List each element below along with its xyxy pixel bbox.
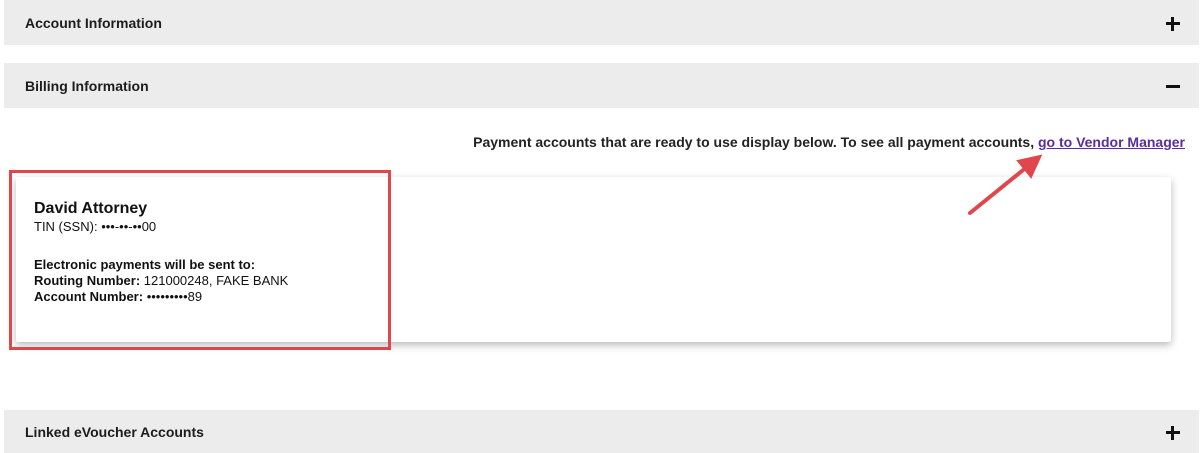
highlight-annotation-box <box>9 170 391 350</box>
notice-text: Payment accounts that are ready to use d… <box>473 134 1038 150</box>
linked-evoucher-accounts-title: Linked eVoucher Accounts <box>25 423 204 440</box>
account-information-title: Account Information <box>25 14 162 31</box>
payment-accounts-notice: Payment accounts that are ready to use d… <box>473 134 1185 150</box>
account-information-header[interactable]: Account Information <box>4 0 1199 45</box>
plus-icon[interactable] <box>1165 424 1181 440</box>
vendor-manager-link[interactable]: go to Vendor Manager <box>1038 134 1185 150</box>
plus-icon[interactable] <box>1165 15 1181 31</box>
billing-information-header[interactable]: Billing Information <box>4 63 1199 108</box>
linked-evoucher-accounts-header[interactable]: Linked eVoucher Accounts <box>4 410 1199 453</box>
billing-information-title: Billing Information <box>25 77 149 94</box>
minus-icon[interactable] <box>1165 78 1181 94</box>
